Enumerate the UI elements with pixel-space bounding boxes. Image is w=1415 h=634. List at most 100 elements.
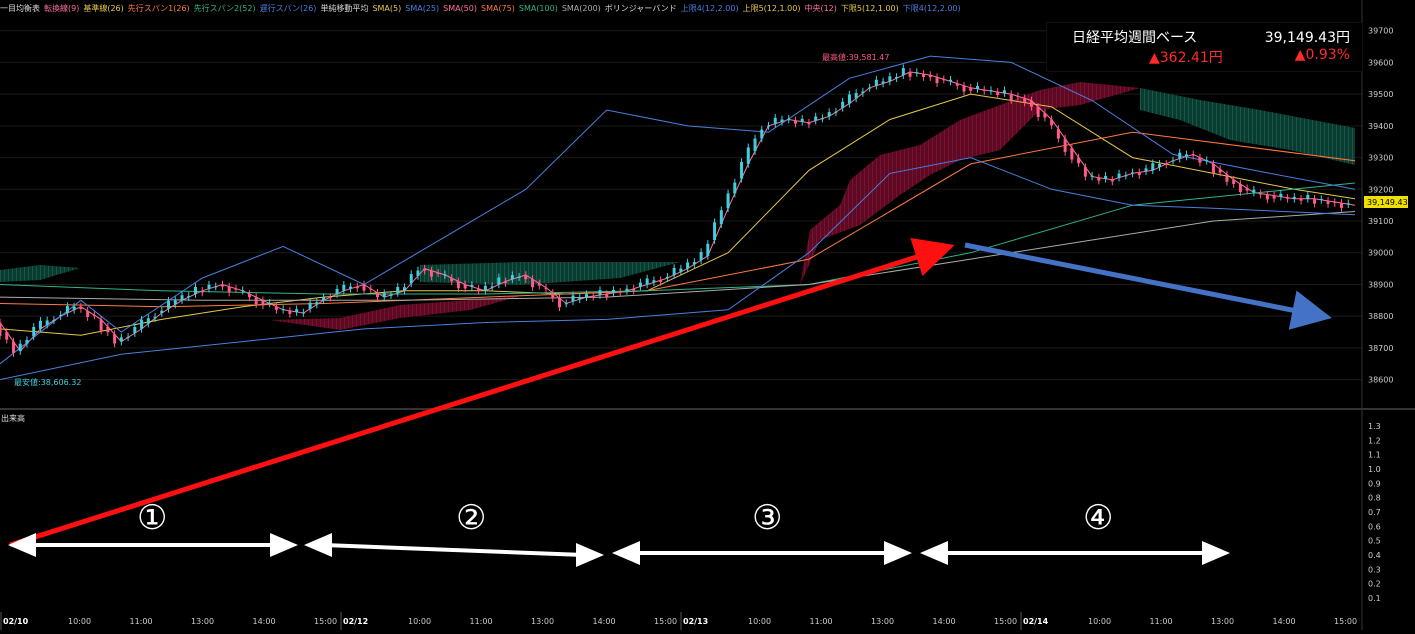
legend-item-3: 先行スパン1(26): [127, 4, 190, 13]
info-price: 39,149.43円: [1264, 30, 1350, 46]
candle-body: [1083, 167, 1087, 177]
candle-body: [726, 193, 730, 209]
candle-body: [153, 316, 157, 319]
candle-body: [834, 111, 838, 113]
x-tick-label: 15:00: [314, 617, 337, 626]
x-tick-label: 13:00: [531, 617, 554, 626]
candle-body: [25, 340, 29, 344]
candle-body: [376, 292, 380, 298]
candle-body: [504, 281, 508, 283]
candle-body: [106, 326, 110, 333]
x-tick-label: 11:00: [130, 617, 153, 626]
legend-item-9: SMA(50): [443, 4, 477, 13]
candle-body: [982, 89, 986, 91]
candle-body: [1137, 172, 1141, 176]
candle-body: [591, 296, 595, 298]
candle-body: [301, 312, 305, 314]
candle-body: [975, 86, 979, 89]
candle-body: [531, 279, 535, 288]
volume-tick-label: 0.4: [1368, 551, 1381, 560]
candle-body: [537, 283, 541, 286]
candle-body: [65, 306, 69, 314]
candle-body: [335, 288, 339, 294]
candle-body: [719, 210, 723, 225]
candle-body: [1097, 177, 1101, 181]
price-tick-label: 39400: [1368, 122, 1393, 131]
candle-body: [160, 310, 164, 314]
legend-item-16: 中央(12): [804, 4, 837, 13]
candle-body: [632, 288, 636, 291]
candle-body: [989, 90, 993, 92]
candle-body: [5, 332, 9, 340]
candle-body: [827, 112, 831, 117]
candle-body: [126, 336, 130, 338]
chart-svg: 38600 38700 38800 38900 39000 39100 39200 39300…: [0, 0, 1415, 630]
chart-area[interactable]: 38600 38700 38800 38900 39000 39100 39200 39300…: [0, 0, 1415, 630]
segment-label-4: ④: [1083, 498, 1114, 538]
candle-body: [79, 306, 83, 309]
legend: 一目均衡表 転換線(9) 基準線(26) 先行スパン1(26) 先行スパン2(52) 遅行…: [0, 3, 965, 15]
candle-body: [558, 298, 562, 308]
candle-body: [1002, 90, 1006, 94]
candle-body: [740, 162, 744, 179]
legend-item-0: 一目均衡表: [0, 4, 40, 13]
candle-body: [241, 290, 245, 292]
candle-body: [969, 87, 973, 91]
candle-body: [1265, 194, 1269, 200]
x-tick-label: 14:00: [933, 617, 956, 626]
candle-body: [214, 286, 218, 288]
candle-body: [1191, 154, 1195, 156]
candle-body: [807, 122, 811, 125]
candle-body: [1252, 189, 1256, 193]
candle-body: [322, 297, 326, 301]
volume-tick-label: 1.3: [1368, 422, 1381, 431]
candle-body: [113, 334, 117, 344]
segment-arrow-head-left-4: [920, 541, 948, 565]
info-box: 日経平均週間ベース 39,149.43円 ▲362.41円 ▲0.93%: [1046, 22, 1363, 72]
x-tick-label: 14:00: [1273, 617, 1296, 626]
candle-body: [38, 320, 42, 329]
candle-body: [173, 300, 177, 305]
candle-body: [342, 284, 346, 291]
candle-body: [436, 272, 440, 274]
candle-body: [625, 288, 629, 291]
candle-body: [92, 315, 96, 317]
candle-body: [908, 71, 912, 77]
segment-label-1: ①: [137, 498, 168, 538]
segment-arrow-head-left-1: [8, 533, 36, 557]
candle-body: [760, 129, 764, 139]
x-tick-label: 15:00: [994, 617, 1017, 626]
candle-body: [382, 293, 386, 298]
candle-body: [369, 288, 373, 290]
x-tick-label: 15:00: [654, 617, 677, 626]
segment-arrow-head-right-3: [884, 541, 912, 565]
volume-label: 出来高: [1, 414, 25, 423]
x-tick-label: 14:00: [253, 617, 276, 626]
segment-arrow-head-left-2: [304, 533, 332, 557]
candle-body: [1279, 193, 1283, 197]
price-tick-label: 39300: [1368, 154, 1393, 163]
candle-body: [72, 306, 76, 310]
candle-body: [1117, 173, 1121, 178]
series-line-6: [0, 157, 1356, 381]
candle-body: [52, 319, 56, 321]
candle-body: [1104, 175, 1108, 179]
candle-body: [598, 290, 602, 296]
candle-body: [854, 93, 858, 99]
candle-body: [409, 274, 413, 284]
candle-body: [497, 277, 501, 285]
candle-body: [861, 91, 865, 94]
x-tick-label: 11:00: [810, 617, 833, 626]
candle-body: [86, 310, 90, 318]
x-tick-label: 13:00: [871, 617, 894, 626]
candle-body: [423, 268, 427, 271]
candle-body: [780, 119, 784, 122]
candle-body: [949, 79, 953, 82]
candle-body: [638, 282, 642, 287]
candle-body: [524, 274, 528, 280]
candle-body: [611, 289, 615, 293]
candle-body: [510, 275, 514, 280]
candle-body: [227, 286, 231, 293]
candle-body: [187, 295, 191, 298]
candle-body: [1211, 163, 1215, 174]
